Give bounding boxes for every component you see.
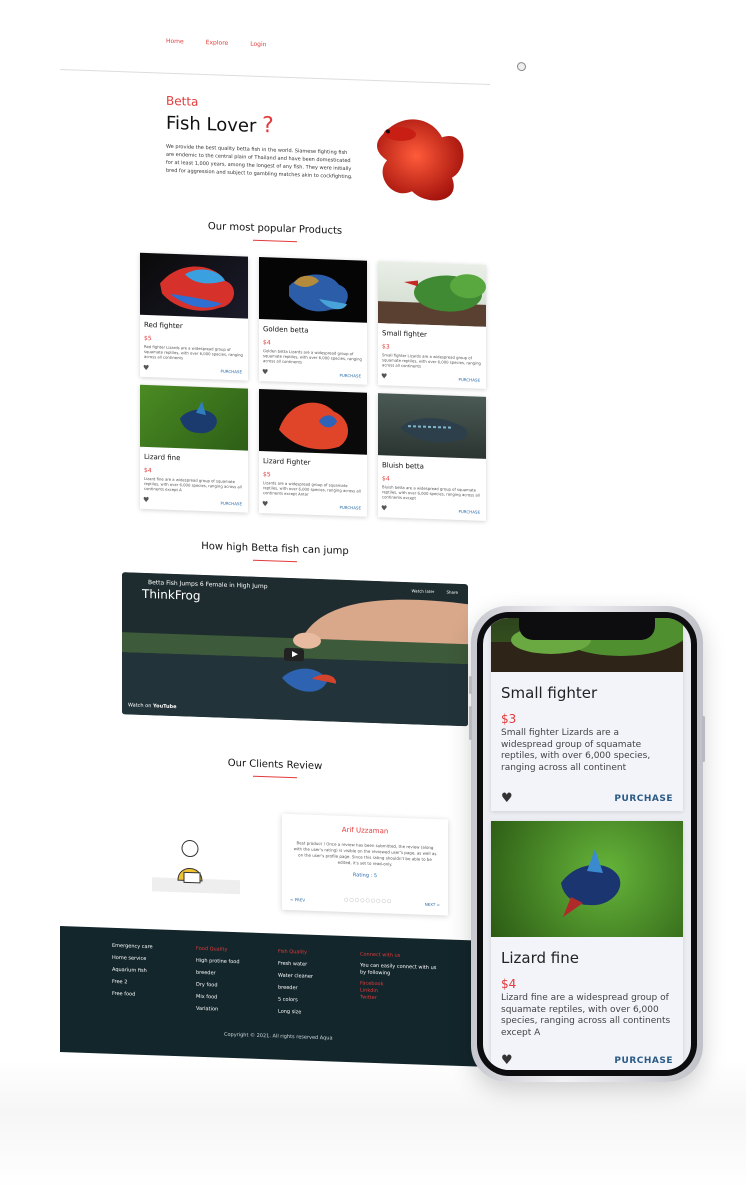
product-image (561, 849, 621, 917)
product-image (378, 274, 486, 327)
review-card: Arif Uzzaman Best product ! Once a revie… (282, 813, 448, 916)
purchase-button[interactable]: PURCHASE (220, 501, 242, 507)
product-name: Small fighter (501, 684, 598, 702)
review-text: Best product ! Once a review has been su… (293, 840, 437, 867)
watch-later-button[interactable]: Watch later (411, 588, 434, 594)
footer-food: Food Quality High protine food breeder D… (196, 943, 240, 1017)
play-button[interactable] (284, 647, 304, 662)
nav-login[interactable]: Login (250, 41, 266, 49)
phone-side-button (469, 676, 472, 694)
purchase-button[interactable]: PURCHASE (339, 373, 361, 379)
top-nav: Home Explore Login (60, 10, 526, 86)
product-description: Lizard fine are a widespread group of sq… (501, 993, 671, 1038)
product-price: $3 (501, 712, 517, 726)
product-description: Lizard fine are a widespread group of sq… (144, 475, 242, 493)
reviews-heading: Our Clients Review (60, 752, 490, 785)
reviewer-name: Arif Uzzaman (341, 825, 389, 836)
watch-on-label: Watch on (128, 702, 152, 710)
share-button[interactable]: Share (446, 589, 458, 594)
website-mockup: Home Explore Login Betta Fish Lover ? We… (60, 10, 526, 1085)
product-description: Golden betta Lizards are a widespread gr… (263, 348, 362, 365)
hero-title: Fish Lover ? (166, 110, 356, 142)
hero-section: Betta Fish Lover ? We provide the best q… (166, 94, 356, 182)
youtube-logo: YouTube (152, 703, 177, 711)
footer-fish: Fish Quality Fresh water Water cleaner b… (278, 946, 313, 1019)
product-name: Lizard fine (144, 452, 181, 463)
product-image (279, 402, 348, 450)
betta-fish-image (377, 119, 464, 201)
footer-connect: Connect with us You can easily connect w… (360, 948, 440, 1004)
copyright: Copyright © 2021. All rights reserved Aq… (224, 1031, 333, 1042)
heart-icon[interactable]: ♥ (143, 496, 149, 504)
mockup-stage: Home Explore Login Betta Fish Lover ? We… (0, 0, 746, 1189)
product-card: Lizard fine $4 Lizard fine are a widespr… (140, 384, 248, 513)
purchase-button[interactable]: PURCHASE (339, 505, 361, 511)
reviewer-illustration (152, 840, 240, 895)
product-description: Small fighter Lizards are a widespread g… (382, 352, 481, 369)
carousel-dots[interactable]: ○○○○○○○○○ (344, 897, 392, 905)
footer-link[interactable]: Long size (278, 1006, 313, 1019)
product-image (160, 266, 234, 311)
prev-button[interactable]: < PREV (290, 897, 305, 903)
heart-icon[interactable]: ♥ (381, 372, 387, 380)
nav-home[interactable]: Home (166, 38, 184, 46)
product-name: Red fighter (144, 320, 183, 331)
purchase-button[interactable]: PURCHASE (220, 369, 242, 375)
purchase-button[interactable]: PURCHASE (614, 794, 673, 804)
hero-title-text: Fish Lover (166, 112, 257, 137)
product-name: Lizard fine (501, 949, 579, 967)
settings-icon[interactable] (517, 61, 526, 72)
product-image (400, 418, 468, 443)
product-card: Lizard Fighter $5 Lizards are a widespre… (259, 388, 367, 517)
product-description: Bluish betta are a widespread group of s… (382, 484, 480, 501)
product-card: Small fighter $3 Small fighter Lizards a… (378, 261, 486, 389)
phone-screen: Small fighter $3 Small fighter Lizards a… (483, 618, 691, 1070)
next-button[interactable]: NEXT > (425, 902, 440, 908)
product-image (180, 400, 217, 434)
product-card: Small fighter $3 Small fighter Lizards a… (491, 618, 683, 811)
product-name: Bluish betta (382, 461, 424, 471)
heart-icon[interactable]: ♥ (143, 364, 149, 372)
purchase-button[interactable]: PURCHASE (458, 509, 480, 515)
product-card: Golden betta $4 Golden betta Lizards are… (259, 256, 367, 385)
product-card: Red fighter $5 Red fighter Lizards are a… (140, 252, 248, 381)
phone-notch (519, 618, 655, 640)
product-description: Lizards are a widespread group of squama… (263, 480, 361, 497)
product-grid: Red fighter $5 Red fighter Lizards are a… (140, 252, 486, 521)
product-name: Golden betta (263, 325, 309, 335)
video-heading: How high Betta fish can jump (60, 536, 490, 569)
footer-services: Emergency care Home service Aquarium fis… (112, 940, 153, 1001)
video-player[interactable]: Betta Fish Jumps 6 Female in High Jump T… (122, 572, 468, 727)
product-name: Lizard Fighter (263, 457, 311, 467)
product-card: Bluish betta $4 Bluish betta are a wides… (378, 393, 486, 521)
footer-connect-text: You can easily connect with us by follow… (360, 962, 437, 977)
purchase-button[interactable]: PURCHASE (614, 1056, 673, 1066)
twitter-link[interactable]: Twitter (360, 994, 440, 1004)
phone-side-button (469, 706, 472, 740)
nav-explore[interactable]: Explore (206, 39, 229, 47)
product-description: Small fighter Lizards are a widespread g… (501, 728, 651, 773)
product-name: Small fighter (382, 329, 427, 339)
product-description: Red fighter Lizards are a widespread gro… (144, 343, 243, 361)
product-card: Lizard fine $4 Lizard fine are a widespr… (491, 821, 683, 1070)
heart-icon[interactable]: ♥ (381, 504, 387, 512)
heart-icon[interactable]: ♥ (501, 791, 513, 806)
phone-side-button (702, 716, 705, 762)
product-image (289, 274, 348, 312)
review-rating: Rating : 5 (352, 872, 378, 880)
video-channel-brand: ThinkFrog (142, 586, 201, 603)
product-price: $4 (501, 977, 517, 991)
phone-mockup: Small fighter $3 Small fighter Lizards a… (469, 606, 705, 1082)
footer-link[interactable]: Free food (112, 988, 153, 1001)
heart-icon[interactable]: ♥ (501, 1053, 513, 1068)
footer-link[interactable]: Variation (196, 1003, 240, 1017)
products-heading: Our most popular Products (60, 216, 490, 249)
heart-icon[interactable]: ♥ (262, 368, 268, 376)
hero-description: We provide the best quality betta fish i… (166, 143, 353, 181)
purchase-button[interactable]: PURCHASE (458, 377, 480, 383)
footer-heading: Connect with us (360, 951, 401, 959)
heart-icon[interactable]: ♥ (262, 500, 268, 508)
hero-title-mark: ? (262, 113, 274, 139)
site-footer: Emergency care Home service Aquarium fis… (60, 926, 480, 1067)
